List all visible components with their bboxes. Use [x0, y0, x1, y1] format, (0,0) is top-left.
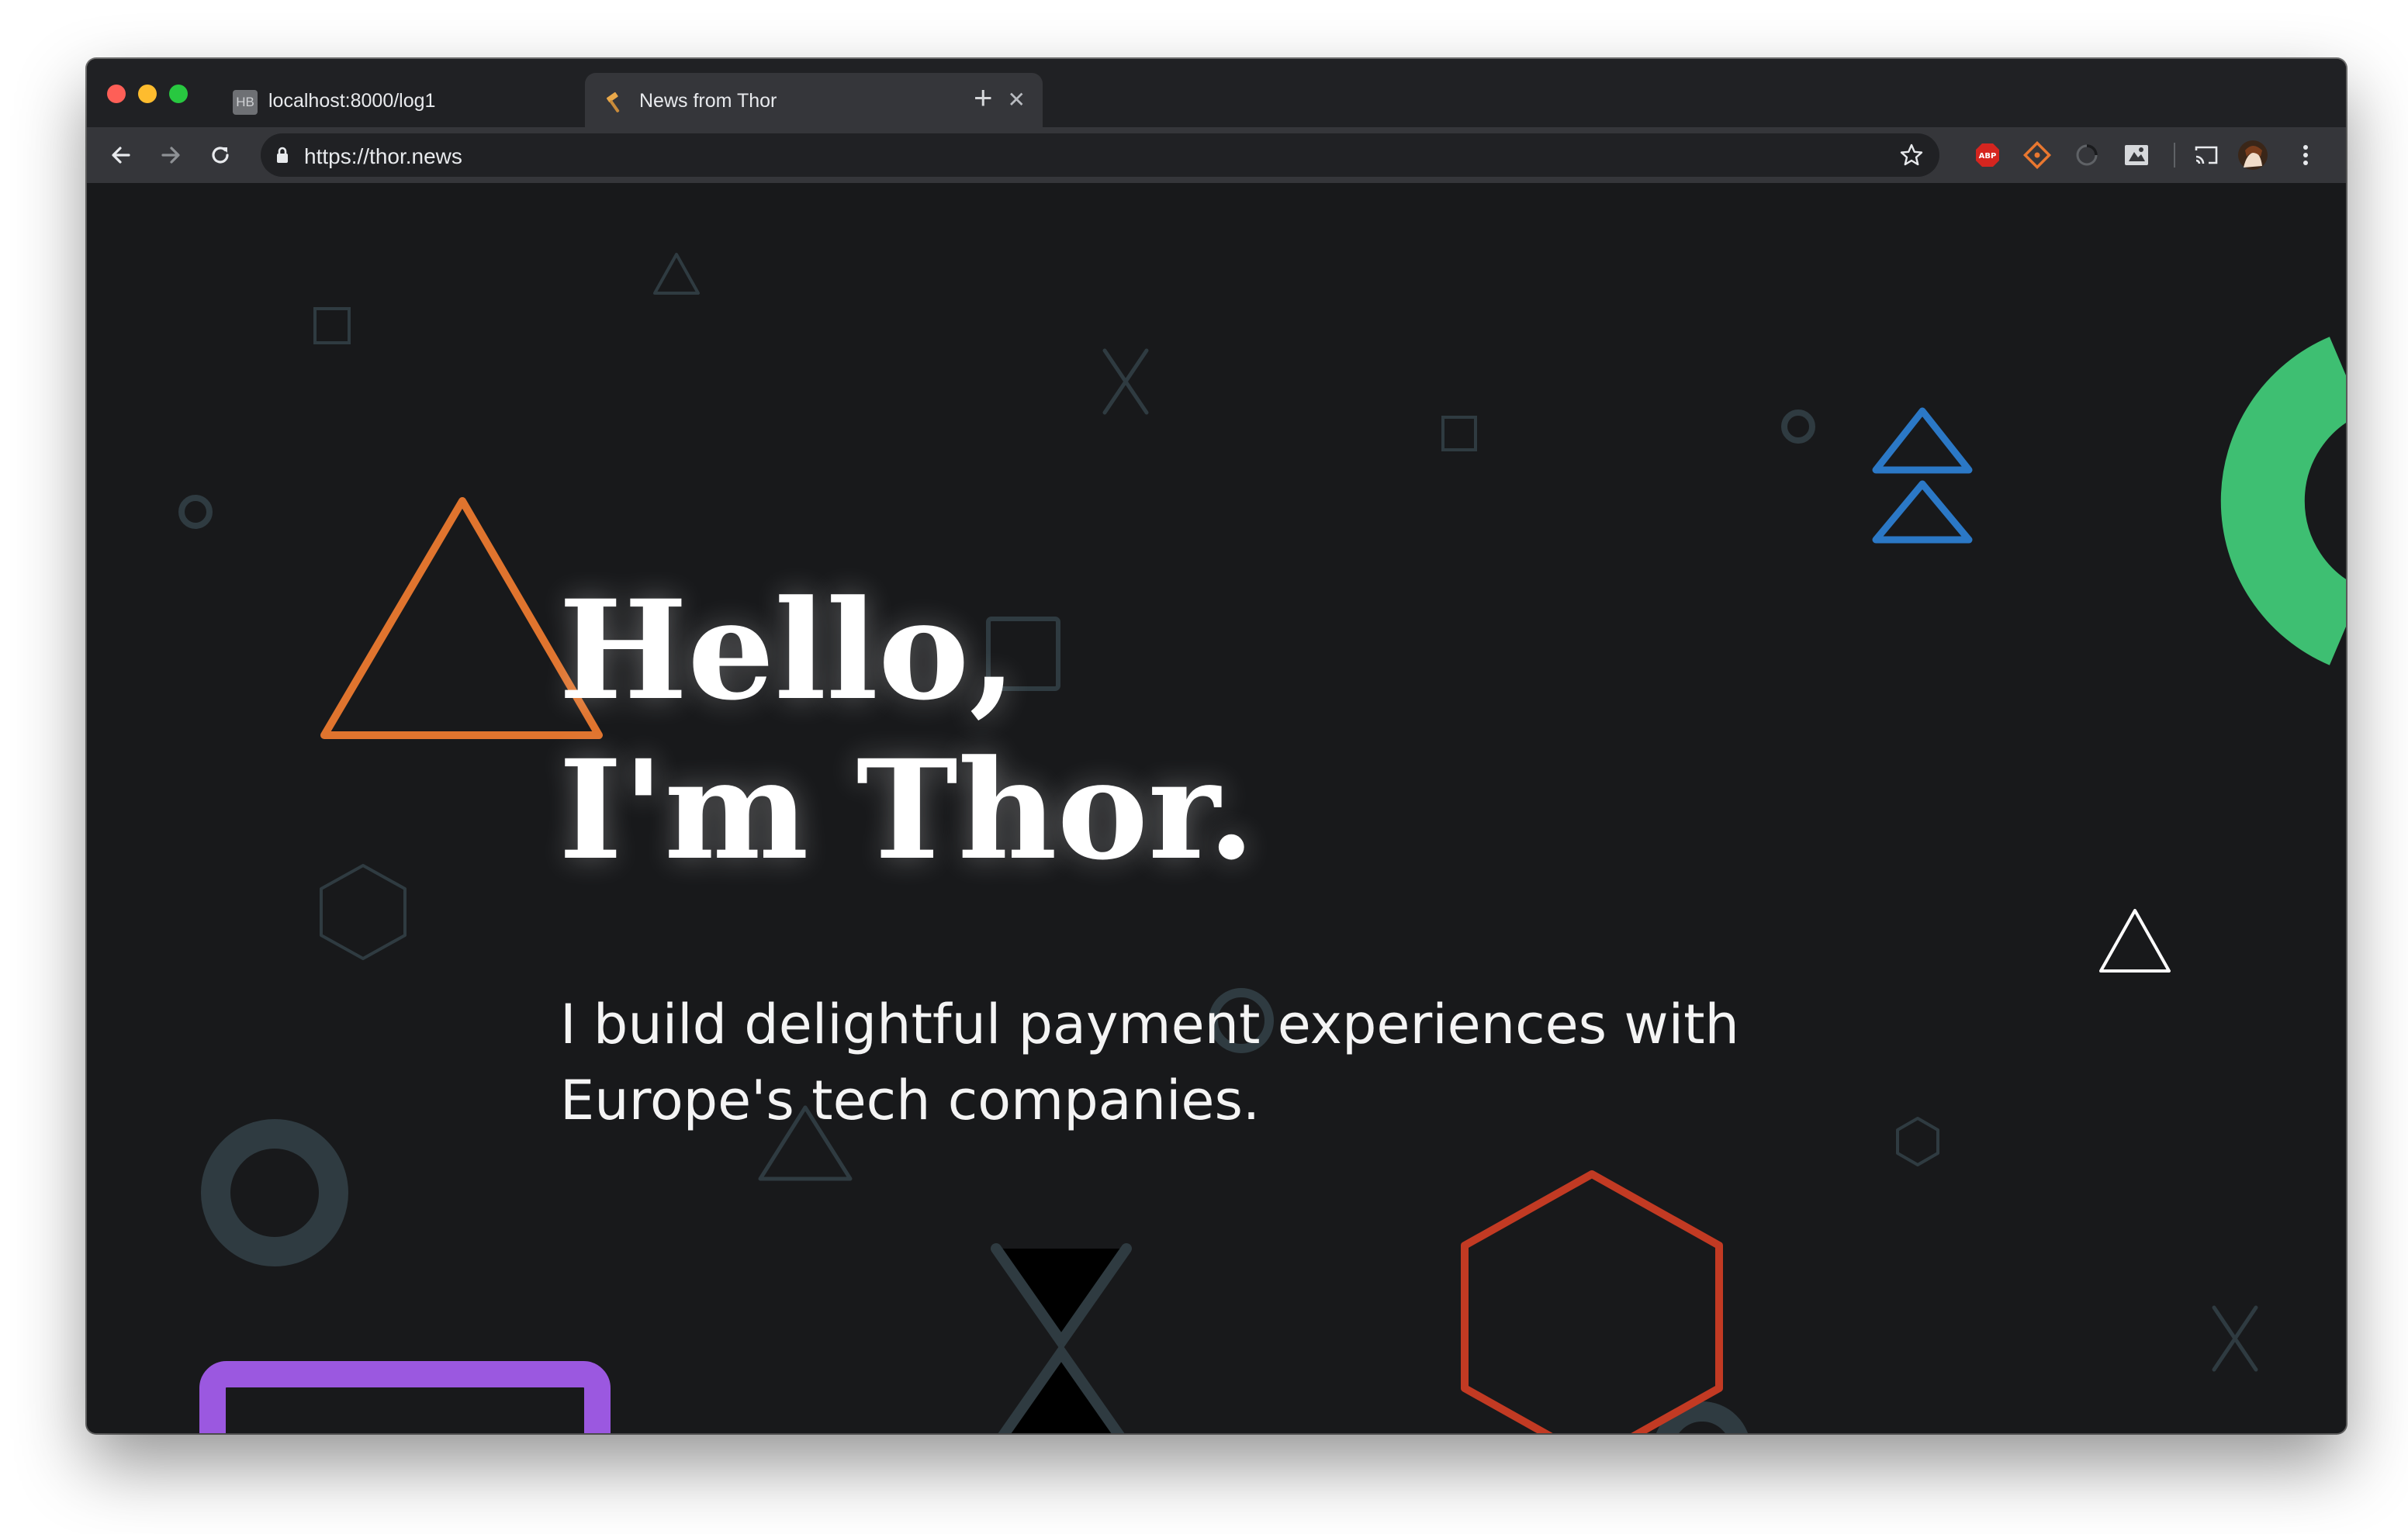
blue-double-triangle-shape [1872, 407, 1973, 544]
small-x-shape [1102, 348, 1149, 415]
new-tab-button[interactable]: + [974, 79, 993, 116]
browser-toolbar: https://thor.news ABP [87, 127, 2346, 185]
green-half-ring-shape [2220, 337, 2346, 665]
forward-arrow-icon[interactable] [157, 141, 185, 169]
loading-spinner-icon[interactable] [2073, 141, 2101, 169]
hero-title: Hello, I'm Thor. [559, 571, 1255, 890]
small-square-shape [313, 307, 351, 344]
reload-icon[interactable] [206, 141, 234, 169]
small-square-shape [1441, 416, 1477, 451]
small-ring-shape [178, 495, 213, 529]
small-ring-shape [1781, 409, 1815, 444]
minimize-window-button[interactable] [138, 85, 157, 103]
more-menu-icon[interactable] [2292, 141, 2320, 169]
hero-title-line-2: I'm Thor. [559, 730, 1255, 890]
profile-avatar[interactable] [2237, 140, 2268, 171]
hero-subtitle-line-1: I build delightful payment experiences w… [560, 993, 1739, 1056]
back-arrow-icon[interactable] [107, 141, 135, 169]
adblock-plus-icon[interactable]: ABP [1974, 141, 2001, 169]
hammer-icon [606, 92, 620, 112]
small-hexagon-shape [1896, 1117, 1939, 1166]
hero-title-line-1: Hello, [559, 570, 1017, 731]
small-x-shape [2212, 1305, 2258, 1372]
tab-strip: HB localhost:8000/log1 ✕ News from Thor … [87, 59, 2346, 127]
url-text: https://thor.news [304, 144, 462, 168]
hb-icon: HB [233, 90, 258, 115]
purple-square-shape [199, 1361, 611, 1433]
large-x-shape [991, 1243, 1132, 1433]
hexagon-shape [320, 864, 407, 960]
bookmark-star-icon[interactable] [1898, 141, 1925, 169]
small-triangle-shape [653, 253, 700, 295]
close-tab-icon[interactable]: ✕ [1008, 87, 1026, 112]
red-hexagon-shape [1461, 1170, 1723, 1433]
tab-title: localhost:8000/log1 [268, 90, 436, 112]
address-bar[interactable]: https://thor.news [261, 133, 1939, 177]
white-triangle-shape [2099, 909, 2171, 973]
hero-subtitle: I build delightful payment experiences w… [560, 986, 1801, 1138]
cast-icon[interactable] [2192, 141, 2220, 169]
hero-subtitle-line-2: Europe's tech companies. [560, 1069, 1261, 1132]
browser-window: HB localhost:8000/log1 ✕ News from Thor … [87, 59, 2346, 1433]
toolbar-divider [2174, 143, 2175, 168]
tab-title: News from Thor [639, 90, 777, 112]
maximize-window-button[interactable] [169, 85, 188, 103]
close-window-button[interactable] [107, 85, 126, 103]
git-extension-icon[interactable] [2023, 141, 2051, 169]
abp-label: ABP [1979, 152, 1997, 161]
lock-icon [277, 147, 288, 163]
screen-capture-icon[interactable] [2123, 141, 2150, 169]
large-ring-shape [201, 1119, 348, 1266]
orange-triangle-shape [320, 497, 603, 739]
page-content: Hello, I'm Thor. I build delightful paym… [87, 183, 2346, 1433]
